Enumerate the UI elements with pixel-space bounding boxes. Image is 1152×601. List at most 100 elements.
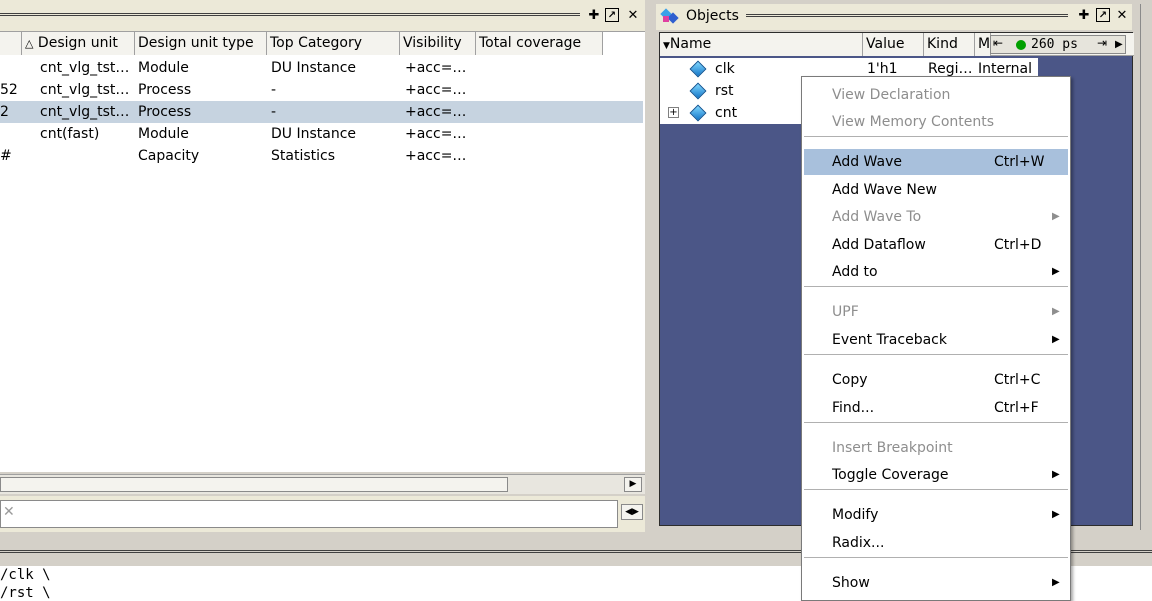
tab-strip[interactable] [0,500,618,528]
right-edge-frame [1140,4,1152,530]
close-icon[interactable]: ✕ [625,8,641,24]
object-row[interactable]: + cnt [660,102,802,124]
cell-visibility: +acc=… [405,126,467,142]
objects-panel-icon [660,8,680,26]
signal-icon [689,82,707,100]
table-row[interactable]: cnt_vlg_tst… Module DU Instance +acc=… [0,57,643,79]
menu-item-radix[interactable]: Radix... [804,530,1068,556]
scrollbar-thumb[interactable] [0,477,508,492]
menu-item-label: Toggle Coverage [832,467,949,483]
close-icon[interactable]: ✕ [1114,8,1130,24]
rewind-icon[interactable]: ⇤ [993,36,1003,50]
cell-unit: cnt_vlg_tst… [40,60,130,76]
table-row[interactable]: cnt(fast) Module DU Instance +acc=… [0,123,643,145]
cell-type: Process [138,82,192,98]
menu-item-find[interactable]: Find... Ctrl+F [804,395,1068,421]
menu-item-copy[interactable]: Copy Ctrl+C [804,367,1068,393]
menu-item-add-wave-to: Add Wave To ▶ [804,204,1068,230]
menu-item-label: Modify [832,507,879,523]
structure-hscrollbar[interactable]: ▶ [0,474,645,494]
menu-item-show[interactable]: Show ▶ [804,570,1068,596]
cell-type: Module [138,60,189,76]
submenu-arrow-icon: ▶ [1052,469,1060,480]
menu-item-view-memory-contents: View Memory Contents [804,109,1068,135]
submenu-arrow-icon: ▶ [1052,266,1060,277]
submenu-arrow-icon: ▶ [1052,334,1060,345]
column-header-prefix[interactable] [0,32,22,55]
expand-icon[interactable]: + [668,107,679,118]
cell-unit: cnt(fast) [40,126,100,142]
cell-prefix: 52 [0,82,18,98]
column-header-visibility[interactable]: Visibility [400,32,476,55]
cell-visibility: +acc=… [405,148,467,164]
cell-type: Process [138,104,192,120]
filter-icon[interactable]: ▼ [663,41,670,51]
table-row[interactable]: 52 cnt_vlg_tst… Process - +acc=… [0,79,643,101]
cell-unit: cnt_vlg_tst… [40,82,130,98]
menu-item-label: Add Wave [832,154,902,170]
menu-item-shortcut: Ctrl+W [994,154,1045,170]
object-name: cnt [715,105,738,121]
column-header-name[interactable]: ▼Name [660,33,863,56]
scroll-right-icon[interactable]: ▶ [1115,36,1123,53]
signal-icon [689,60,707,78]
menu-item-toggle-coverage[interactable]: Toggle Coverage ▶ [804,462,1068,488]
menu-item-event-traceback[interactable]: Event Traceback ▶ [804,327,1068,353]
object-row[interactable]: rst [660,80,802,102]
maximize-icon[interactable]: ↗ [1096,8,1110,22]
cell-unit: cnt_vlg_tst… [40,104,130,120]
object-name: clk [715,61,735,77]
cell-category: - [271,82,277,98]
run-status-icon [1016,40,1026,50]
cell-category: Statistics [271,148,335,164]
cell-prefix: 2 [0,104,9,120]
column-header-kind[interactable]: Kind [924,33,975,56]
submenu-arrow-icon: ▶ [1052,306,1060,317]
cell-prefix: # [0,148,12,164]
column-header-value[interactable]: Value [863,33,924,56]
menu-item-label: View Declaration [832,87,951,103]
menu-item-label: Insert Breakpoint [832,440,953,456]
panel-grip[interactable] [0,13,580,16]
menu-separator [804,557,1068,559]
table-row[interactable]: # Capacity Statistics +acc=… [0,145,643,167]
menu-item-label: Event Traceback [832,332,947,348]
sort-icon: △ [25,37,34,50]
step-icon[interactable]: ⇥ [1097,36,1107,50]
cell-type: Module [138,126,189,142]
menu-item-add-wave-new[interactable]: Add Wave New [804,177,1068,203]
time-readout: 260 ps [1031,37,1078,52]
menu-item-label: Find... [832,400,875,416]
close-tab-icon[interactable]: ✕ [3,504,15,520]
submenu-arrow-icon: ▶ [1052,211,1060,222]
menu-item-upf: UPF ▶ [804,299,1068,325]
menu-item-add-dataflow[interactable]: Add Dataflow Ctrl+D [804,232,1068,258]
objects-panel-titlebar: Objects ✚ ↗ ✕ [656,4,1132,30]
menu-separator [804,422,1068,424]
column-header-design-unit-type[interactable]: Design unit type [135,32,267,55]
column-header-design-unit[interactable]: △ Design unit [22,32,135,55]
maximize-icon[interactable]: ↗ [605,8,619,22]
column-header-total-coverage[interactable]: Total coverage [476,32,603,55]
objects-panel-title: Objects [686,8,739,24]
signal-icon [689,104,707,122]
menu-item-add-wave[interactable]: Add Wave Ctrl+W [804,149,1068,175]
tab-scroll-icon[interactable]: ◀▶ [621,504,643,520]
structure-tabbar: ✕ ◀▶ [0,496,645,532]
object-name: rst [715,83,734,99]
menu-item-label: Show [832,575,870,591]
cell-type: Capacity [138,148,200,164]
column-header-mode[interactable]: M [975,33,991,56]
menu-item-shortcut: Ctrl+F [994,400,1039,416]
menu-item-add-to[interactable]: Add to ▶ [804,259,1068,285]
undock-icon[interactable]: ✚ [1076,8,1092,24]
menu-item-modify[interactable]: Modify ▶ [804,502,1068,528]
menu-item-label: Add to [832,264,878,280]
undock-icon[interactable]: ✚ [586,8,602,24]
objects-panel-grip[interactable] [746,14,1068,17]
table-row[interactable]: 2 cnt_vlg_tst… Process - +acc=… [0,101,643,123]
column-header-top-category[interactable]: Top Category [267,32,400,55]
scroll-right-icon[interactable]: ▶ [624,477,642,492]
cell-category: DU Instance [271,60,357,76]
menu-item-label: UPF [832,304,859,320]
